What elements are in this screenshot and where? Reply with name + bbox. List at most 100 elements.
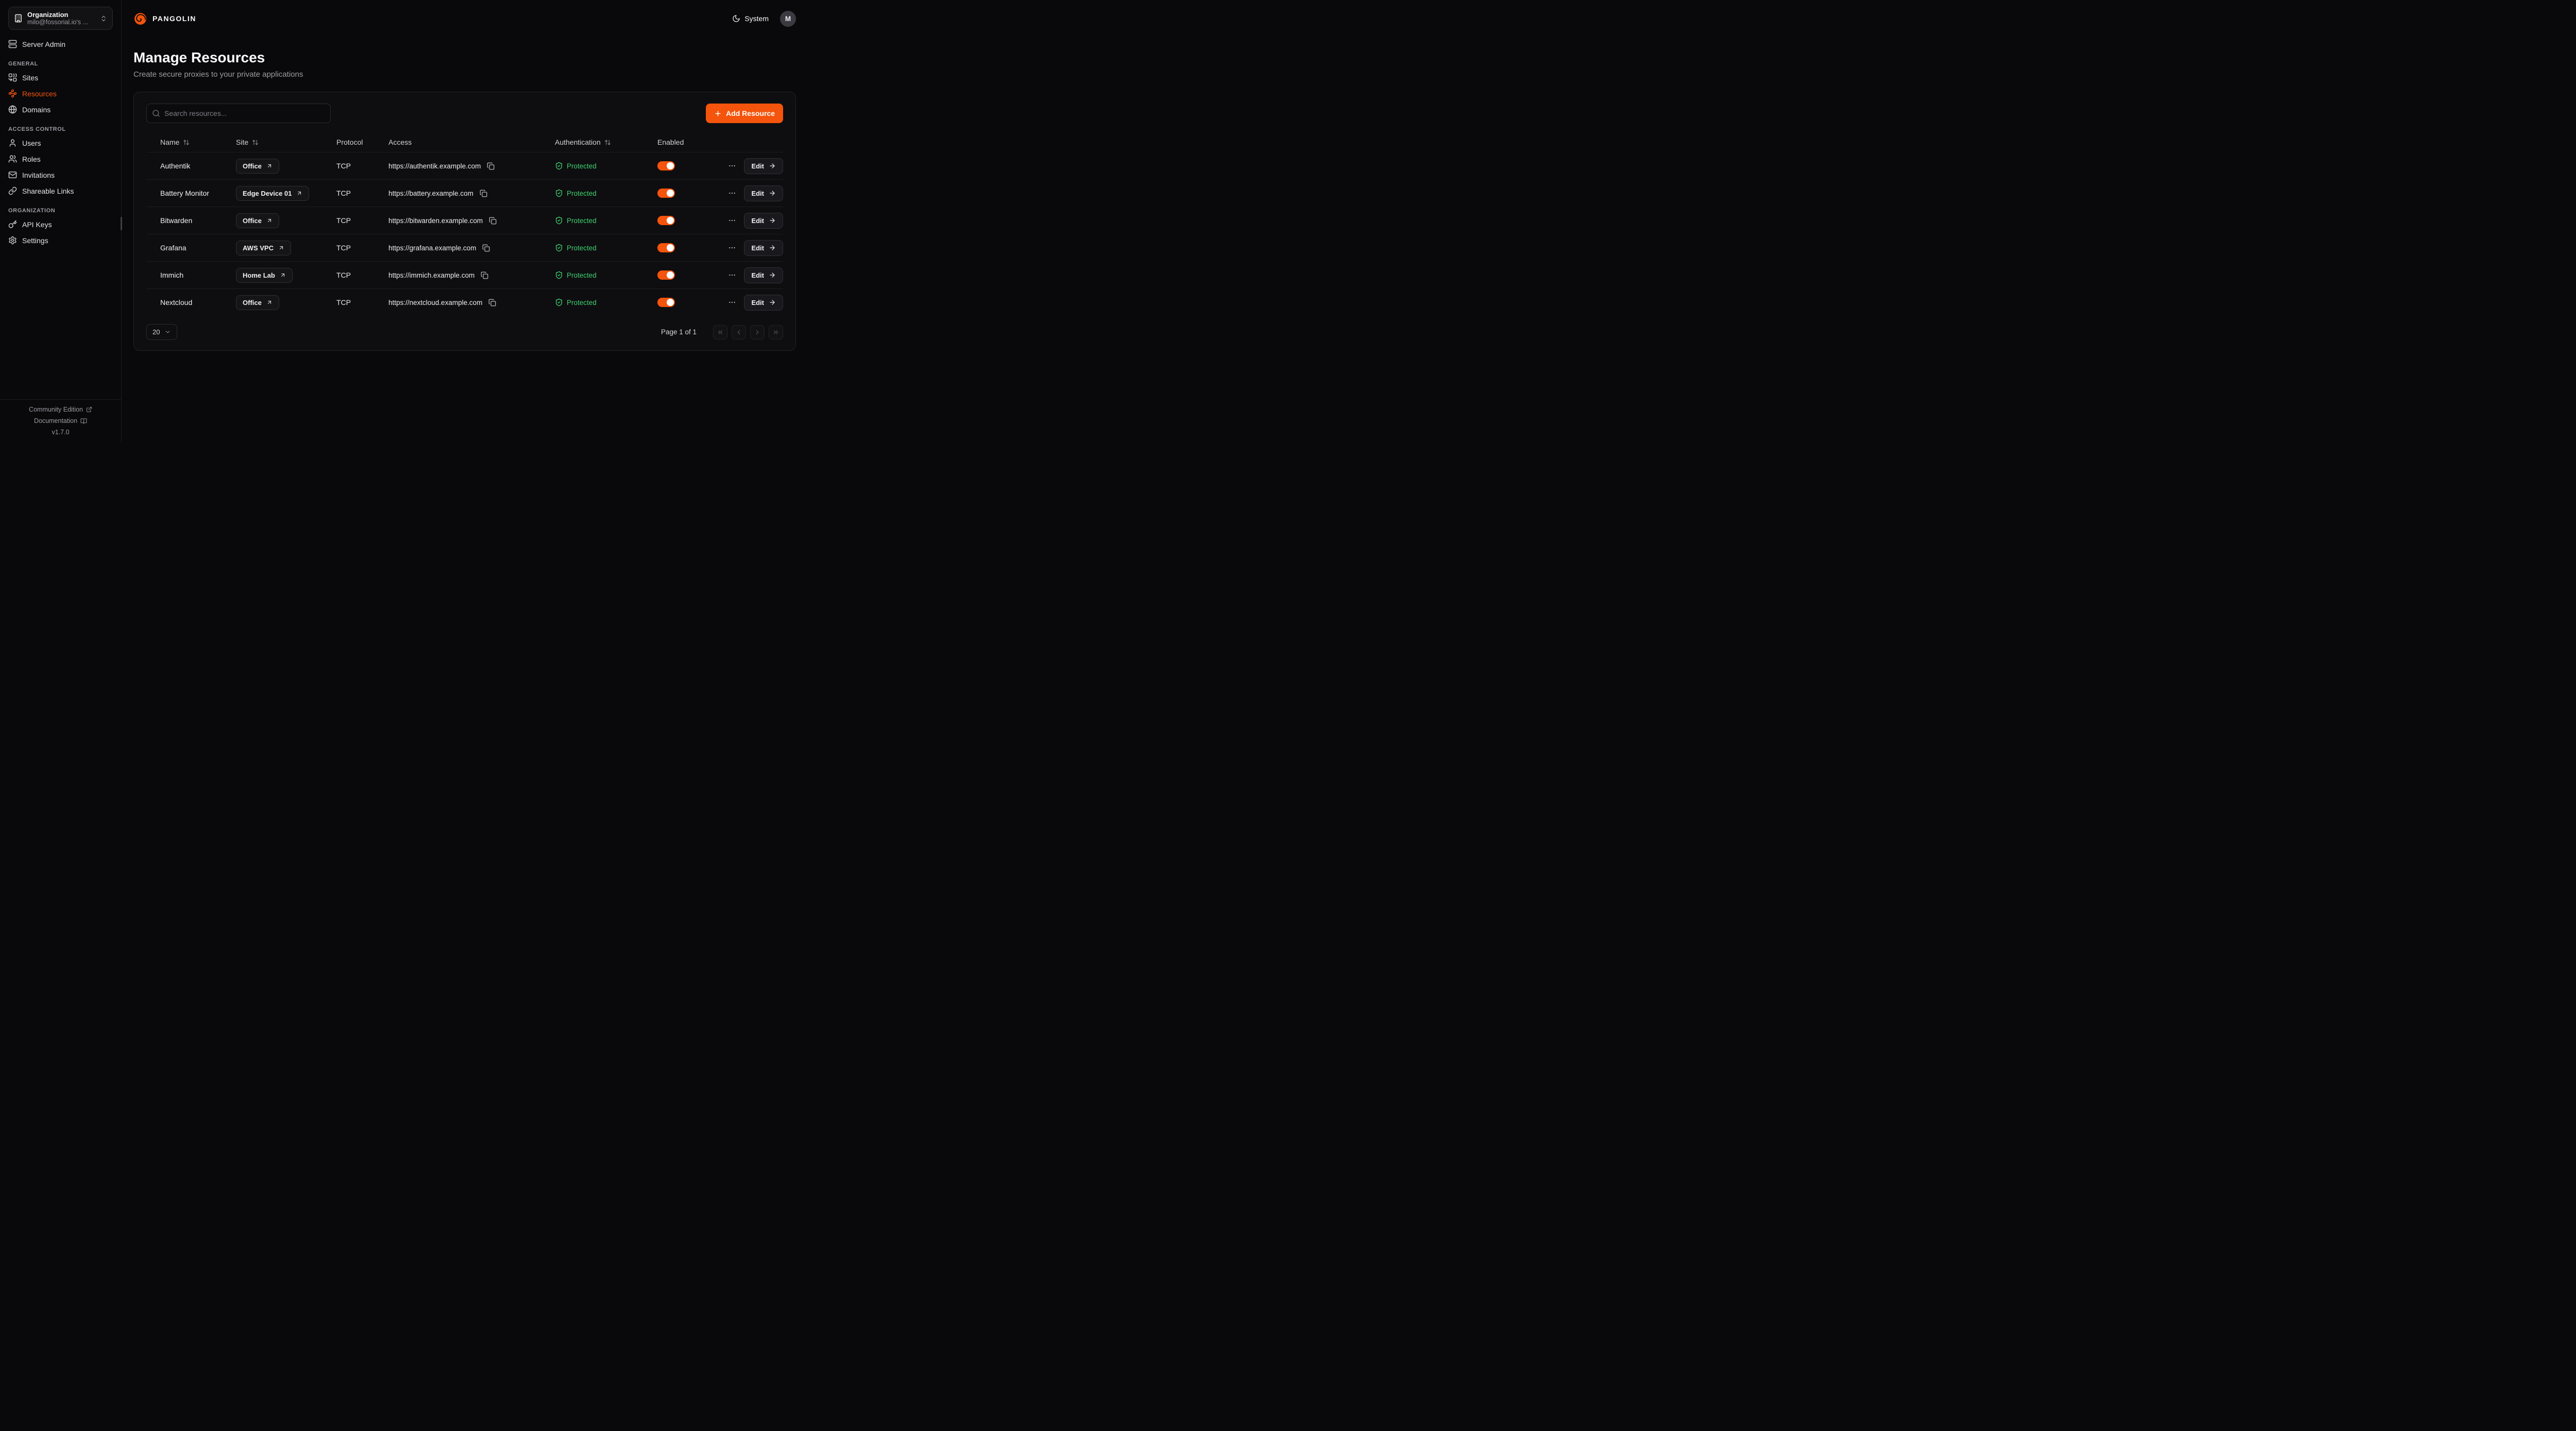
edit-label: Edit — [751, 217, 764, 225]
search-input[interactable] — [146, 104, 331, 123]
enabled-toggle[interactable] — [657, 298, 675, 307]
row-menu-button[interactable] — [727, 270, 737, 280]
table-body: Authentik Office TCP https://authentik.e… — [146, 152, 783, 316]
sidebar-item-label: Settings — [22, 236, 48, 245]
arrow-right-icon — [769, 244, 776, 251]
row-menu-button[interactable] — [727, 297, 737, 308]
edit-button[interactable]: Edit — [744, 295, 783, 311]
edit-button[interactable]: Edit — [744, 213, 783, 229]
sidebar-item-sites[interactable]: Sites — [8, 70, 113, 86]
first-page-button[interactable] — [713, 325, 727, 339]
resource-url: https://battery.example.com — [388, 190, 473, 197]
copy-url-button[interactable] — [486, 161, 496, 171]
edit-button[interactable]: Edit — [744, 240, 783, 256]
resource-protocol: TCP — [336, 298, 388, 306]
sort-icon[interactable] — [252, 139, 259, 146]
sidebar-item-users[interactable]: Users — [8, 135, 113, 151]
sidebar-item-shareable-links[interactable]: Shareable Links — [8, 183, 113, 199]
enabled-toggle[interactable] — [657, 216, 675, 225]
auth-cell: Protected — [555, 216, 657, 225]
globe-icon — [8, 105, 17, 114]
site-link[interactable]: Home Lab — [236, 268, 293, 283]
avatar-initial: M — [785, 15, 791, 23]
copy-url-button[interactable] — [480, 270, 489, 280]
sort-icon[interactable] — [604, 139, 611, 146]
prev-page-button[interactable] — [732, 325, 746, 339]
arrow-right-icon — [769, 271, 776, 279]
auth-status: Protected — [567, 162, 597, 170]
sidebar: Organization milo@fossorial.io's ... Ser… — [0, 0, 122, 442]
arrow-up-right-icon — [280, 272, 286, 278]
next-page-button[interactable] — [750, 325, 765, 339]
copy-url-button[interactable] — [481, 243, 491, 253]
copy-url-button[interactable] — [487, 298, 497, 308]
column-header-name[interactable]: Name — [160, 138, 236, 146]
row-menu-button[interactable] — [727, 215, 737, 226]
enabled-toggle[interactable] — [657, 161, 675, 171]
sidebar-nav: Server Admin GENERAL Sites Resources Do — [0, 33, 121, 399]
access-cell: https://bitwarden.example.com — [388, 216, 555, 226]
column-header-site[interactable]: Site — [236, 138, 336, 146]
copy-icon — [489, 217, 497, 225]
table-row: Immich Home Lab TCP https://immich.examp… — [146, 261, 783, 288]
last-page-button[interactable] — [769, 325, 783, 339]
brand[interactable]: PANGOLIN — [133, 12, 196, 26]
row-menu-button[interactable] — [727, 188, 737, 198]
auth-cell: Protected — [555, 298, 657, 306]
resource-protocol: TCP — [336, 271, 388, 279]
enabled-toggle[interactable] — [657, 189, 675, 198]
ellipsis-icon — [728, 244, 736, 252]
ellipsis-icon — [728, 216, 736, 225]
edit-button[interactable]: Edit — [744, 158, 783, 174]
access-cell: https://authentik.example.com — [388, 161, 555, 171]
site-link[interactable]: AWS VPC — [236, 241, 291, 255]
enabled-toggle[interactable] — [657, 243, 675, 252]
avatar[interactable]: M — [780, 11, 796, 27]
edit-button[interactable]: Edit — [744, 267, 783, 283]
enabled-cell — [657, 270, 719, 280]
edit-button[interactable]: Edit — [744, 185, 783, 201]
sidebar-item-domains[interactable]: Domains — [8, 101, 113, 117]
table-header: Name Site Protocol Access Authenticati — [146, 132, 783, 152]
sidebar-resize-handle[interactable] — [121, 217, 122, 230]
column-label: Site — [236, 138, 248, 146]
site-link[interactable]: Office — [236, 213, 279, 228]
sidebar-item-label: Server Admin — [22, 40, 65, 48]
column-header-authentication[interactable]: Authentication — [555, 138, 657, 146]
sidebar-item-roles[interactable]: Roles — [8, 151, 113, 167]
actions-cell: Edit — [719, 213, 783, 229]
add-resource-button[interactable]: Add Resource — [706, 104, 783, 123]
users-icon — [8, 155, 17, 163]
sidebar-item-resources[interactable]: Resources — [8, 86, 113, 101]
community-edition-link[interactable]: Community Edition — [29, 406, 92, 413]
enabled-toggle[interactable] — [657, 270, 675, 280]
sidebar-item-label: Roles — [22, 155, 41, 163]
search-icon — [152, 109, 160, 117]
resource-protocol: TCP — [336, 162, 388, 170]
row-menu-button[interactable] — [727, 243, 737, 253]
sidebar-item-settings[interactable]: Settings — [8, 232, 113, 248]
site-link[interactable]: Office — [236, 295, 279, 310]
auth-cell: Protected — [555, 162, 657, 170]
resource-url: https://nextcloud.example.com — [388, 299, 482, 306]
site-link[interactable]: Edge Device 01 — [236, 186, 309, 201]
site-link[interactable]: Office — [236, 159, 279, 174]
sidebar-item-invitations[interactable]: Invitations — [8, 167, 113, 183]
theme-label: System — [744, 14, 769, 23]
sidebar-item-server-admin[interactable]: Server Admin — [8, 36, 113, 52]
org-selector[interactable]: Organization milo@fossorial.io's ... — [8, 7, 113, 30]
resources-card: Add Resource Name Site Protocol — [133, 92, 796, 351]
theme-toggle[interactable]: System — [732, 14, 769, 23]
auth-cell: Protected — [555, 244, 657, 252]
page-size-select[interactable]: 20 — [146, 324, 177, 340]
row-menu-button[interactable] — [727, 161, 737, 171]
sort-icon[interactable] — [183, 139, 190, 146]
copy-url-button[interactable] — [488, 216, 498, 226]
documentation-link[interactable]: Documentation — [34, 417, 87, 424]
page-subtitle: Create secure proxies to your private ap… — [133, 70, 796, 79]
card-footer: 20 Page 1 of 1 — [146, 324, 783, 340]
site-name: Office — [243, 299, 262, 306]
copy-url-button[interactable] — [479, 189, 488, 198]
topbar: PANGOLIN System M — [133, 0, 796, 37]
sidebar-item-api-keys[interactable]: API Keys — [8, 216, 113, 232]
